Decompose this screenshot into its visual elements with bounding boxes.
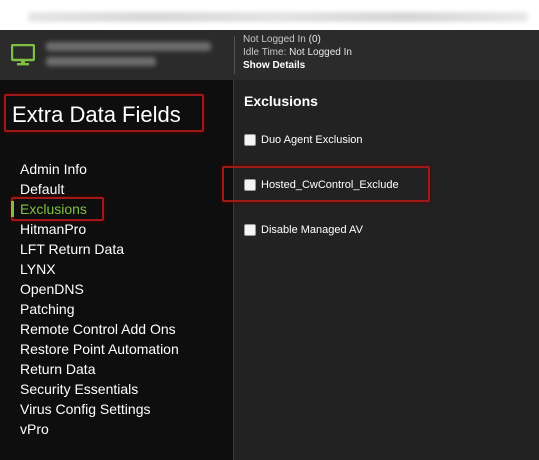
sidebar-item-virus-config-settings[interactable]: Virus Config Settings: [20, 399, 179, 419]
show-details-link[interactable]: Show Details: [243, 59, 352, 72]
hosted-cwcontrol-exclude-row[interactable]: Hosted_CwControl_Exclude: [244, 177, 399, 193]
exclusions-panel: Exclusions Duo Agent Exclusion Hosted_Cw…: [222, 80, 539, 460]
sidebar-item-hitmanpro[interactable]: HitmanPro: [20, 219, 179, 239]
sidebar-item-restore-point-automation[interactable]: Restore Point Automation: [20, 339, 179, 359]
logged-in-value: (0): [308, 34, 321, 45]
duo-agent-exclusion-row[interactable]: Duo Agent Exclusion: [244, 132, 363, 148]
sidebar-item-admin-info[interactable]: Admin Info: [20, 159, 179, 179]
hosted-cwcontrol-exclude-label: Hosted_CwControl_Exclude: [261, 179, 399, 191]
blurred-computer-name: [46, 40, 216, 70]
sidebar-item-lft-return-data[interactable]: LFT Return Data: [20, 239, 179, 259]
sidebar-item-exclusions[interactable]: Exclusions: [20, 199, 179, 219]
disable-managed-av-label: Disable Managed AV: [261, 224, 363, 236]
logged-in-label: Not Logged In: [243, 34, 306, 45]
sidebar-item-opendns[interactable]: OpenDNS: [20, 279, 179, 299]
sidebar-nav: Admin Info Default Exclusions HitmanPro …: [20, 159, 179, 439]
blurred-page-title: [28, 12, 528, 22]
sidebar-item-patching[interactable]: Patching: [20, 299, 179, 319]
active-item-indicator: [11, 201, 14, 217]
sidebar-title: Extra Data Fields: [4, 94, 204, 132]
sidebar-item-remote-control-add-ons[interactable]: Remote Control Add Ons: [20, 319, 179, 339]
idle-time-status: Idle Time: Not Logged In: [243, 46, 352, 59]
section-title: Exclusions: [244, 93, 318, 109]
sidebar-item-security-essentials[interactable]: Security Essentials: [20, 379, 179, 399]
idle-time-label: Idle Time:: [243, 47, 287, 58]
duo-agent-exclusion-checkbox[interactable]: [244, 134, 256, 146]
hosted-cwcontrol-exclude-checkbox[interactable]: [244, 179, 256, 191]
header-divider: [234, 36, 235, 74]
extra-data-fields-sidebar: Extra Data Fields Admin Info Default Exc…: [0, 80, 233, 460]
logged-in-status: Not Logged In (0): [243, 33, 352, 46]
sidebar-item-default[interactable]: Default: [20, 179, 179, 199]
disable-managed-av-row[interactable]: Disable Managed AV: [244, 222, 363, 238]
login-status: Not Logged In (0) Idle Time: Not Logged …: [243, 33, 352, 72]
idle-time-value: Not Logged In: [289, 47, 352, 58]
computer-header: Not Logged In (0) Idle Time: Not Logged …: [0, 30, 539, 80]
sidebar-item-return-data[interactable]: Return Data: [20, 359, 179, 379]
monitor-icon: [11, 44, 35, 66]
duo-agent-exclusion-label: Duo Agent Exclusion: [261, 134, 363, 146]
sidebar-item-vpro[interactable]: vPro: [20, 419, 179, 439]
disable-managed-av-checkbox[interactable]: [244, 224, 256, 236]
sidebar-item-lynx[interactable]: LYNX: [20, 259, 179, 279]
